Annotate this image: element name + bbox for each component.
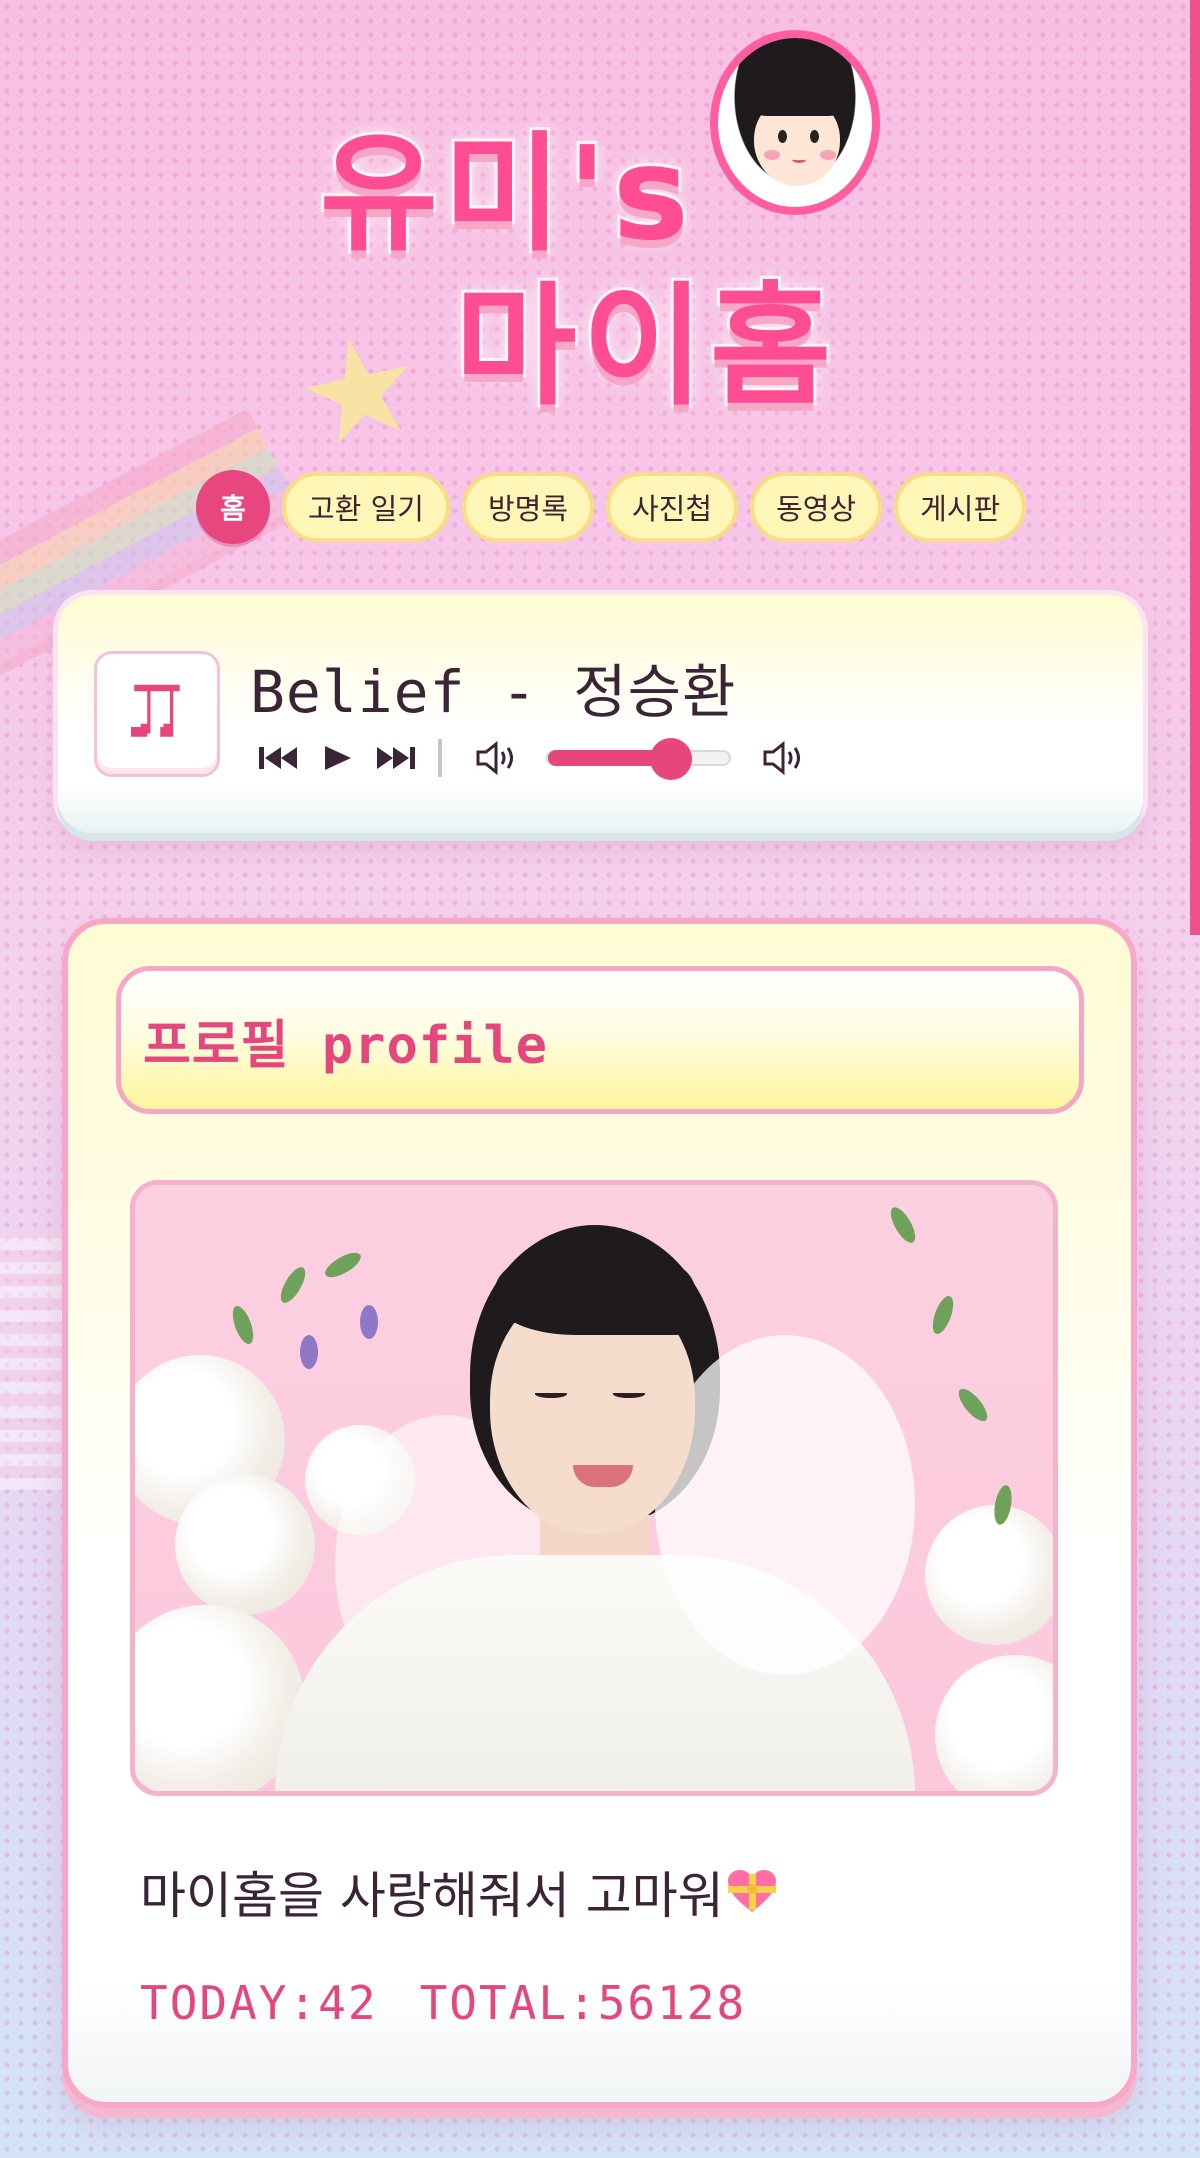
next-button[interactable] [366, 733, 424, 783]
volume-down-button[interactable] [468, 733, 526, 783]
nav-item-videos[interactable]: 동영상 [750, 472, 883, 542]
logo-title-line2: 마이홈 [452, 267, 838, 427]
music-player: Belief - 정승환 [58, 595, 1143, 833]
previous-button[interactable] [250, 733, 308, 783]
play-icon [325, 746, 351, 770]
volume-slider[interactable] [546, 738, 731, 780]
profile-message-text: 마이홈을 사랑해줘서 고마워 [140, 1867, 724, 1925]
profile-header: 프로필 profile [116, 966, 1084, 1114]
profile-photo[interactable] [130, 1180, 1058, 1796]
total-count: TOTAL:56128 [419, 1976, 747, 2030]
control-divider [438, 739, 442, 777]
profile-card: 프로필 profile 마이홈을 사랑해줘서 고마워 TODAY:42 TOTA… [62, 918, 1137, 2108]
next-icon [377, 747, 415, 769]
volume-high-icon [763, 740, 800, 776]
visitor-counter: TODAY:42 TOTAL:56128 [140, 1976, 746, 2030]
profile-title: 프로필 profile [143, 1015, 548, 1076]
nav-item-photos[interactable]: 사진첩 [606, 472, 739, 542]
scroll-indicator-bar [1190, 0, 1200, 935]
nav-item-guestbook[interactable]: 방명록 [461, 472, 594, 542]
profile-message: 마이홈을 사랑해줘서 고마워 [140, 1856, 778, 1928]
volume-slider-knob[interactable] [650, 738, 693, 780]
heart-ribbon-icon [727, 1870, 776, 1912]
player-controls [250, 733, 813, 783]
main-nav: 홈 고환 일기 방명록 사진첩 동영상 게시판 [196, 470, 1027, 544]
music-note-icon [131, 684, 180, 737]
song-title: Belief - 정승환 [250, 658, 737, 726]
nav-item-diary[interactable]: 고환 일기 [282, 472, 450, 542]
play-button[interactable] [308, 733, 366, 783]
nav-item-board[interactable]: 게시판 [894, 472, 1027, 542]
nav-item-home[interactable]: 홈 [196, 470, 270, 544]
volume-up-button[interactable] [755, 733, 813, 783]
today-count: TODAY:42 [140, 1976, 378, 2030]
character-avatar-icon [710, 30, 880, 215]
album-art [94, 651, 220, 777]
volume-low-icon [476, 740, 513, 776]
previous-icon [259, 747, 297, 769]
